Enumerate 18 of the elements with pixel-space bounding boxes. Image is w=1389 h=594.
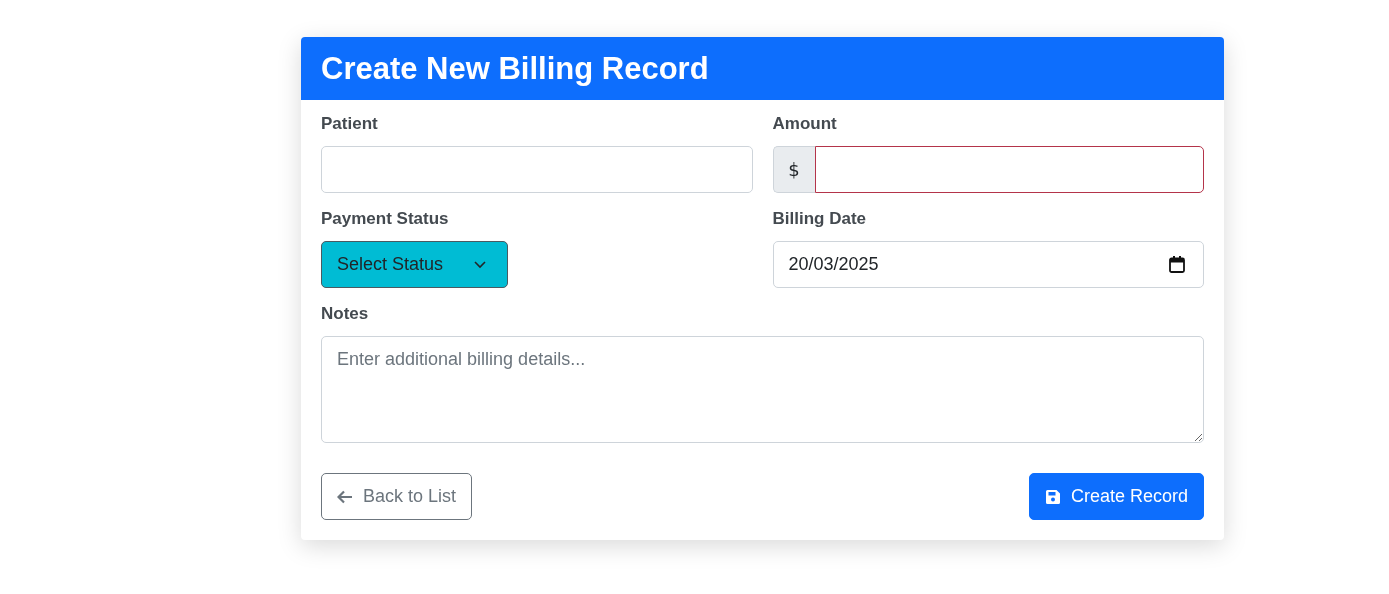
card-title: Create New Billing Record (321, 50, 709, 87)
create-button[interactable]: Create Record (1028, 473, 1204, 520)
save-icon (1044, 488, 1061, 505)
amount-field[interactable] (814, 146, 1204, 193)
caret-icon (473, 260, 487, 269)
field-label: Billing Date (772, 209, 866, 229)
back-button[interactable]: Back to List (321, 473, 473, 520)
notes-field[interactable]: Enter additional billing details... (321, 336, 1204, 443)
field-label: Amount (772, 114, 837, 134)
field-label: Notes (321, 304, 369, 324)
patient-field[interactable] (321, 146, 753, 193)
currency-prefix: $ (772, 146, 815, 193)
field-label: Payment Status (321, 209, 449, 229)
status-dropdown[interactable]: Select Status (321, 241, 508, 288)
calendar-icon (1169, 256, 1185, 273)
field-label: Patient (321, 114, 378, 134)
arrow-left-icon (337, 489, 353, 504)
date-field[interactable]: 20/03/2025 (772, 241, 1204, 288)
